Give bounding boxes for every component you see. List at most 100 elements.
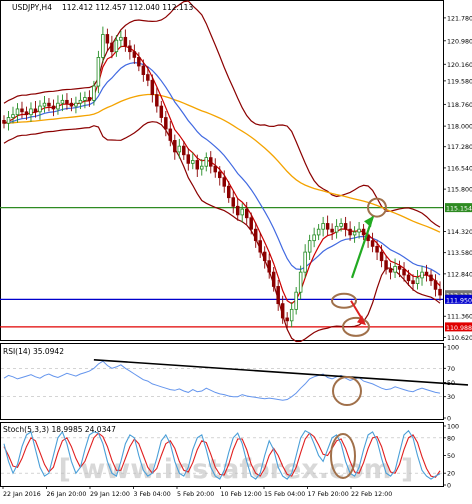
candle-body xyxy=(56,102,60,110)
candle-body xyxy=(294,291,298,310)
candle-body xyxy=(150,79,155,96)
price-label-text: 110.988 xyxy=(446,325,472,332)
price-tick-label: 121.780 xyxy=(447,15,472,22)
candle-body xyxy=(375,245,379,253)
time-tick-label: 15 Feb 04:00 xyxy=(264,491,305,498)
candle-body xyxy=(114,39,119,53)
candle-body xyxy=(258,240,262,253)
price-tick-label: 120.980 xyxy=(447,38,472,45)
candle-body xyxy=(191,160,195,164)
candle-body xyxy=(218,171,222,179)
stoch-tick-label: 80 xyxy=(447,435,455,442)
candle-body xyxy=(209,157,213,167)
chart-window: [ www.instaforex.com ] 121.780 120.980 120… xyxy=(0,0,472,500)
rsi-tick-label: 0 xyxy=(447,416,451,423)
candle-body xyxy=(244,208,249,219)
time-tick-label: 22 Jan 2016 xyxy=(3,491,41,498)
price-tick-label: 118.760 xyxy=(447,102,472,109)
candle-body xyxy=(424,271,429,276)
time-tick-label: 3 Feb 04:00 xyxy=(134,491,171,498)
candle-body xyxy=(42,102,47,107)
candle-body xyxy=(348,228,352,236)
price-tick-label: 119.580 xyxy=(447,78,472,85)
candle-body xyxy=(92,85,96,101)
candle-body xyxy=(137,57,141,67)
candle-body xyxy=(361,228,366,236)
candle-body xyxy=(262,251,267,262)
price-tick-label: 117.280 xyxy=(447,144,472,151)
time-tick-label: 10 Feb 12:00 xyxy=(221,491,262,498)
time-tick-label: 17 Feb 20:00 xyxy=(308,491,349,498)
price-tick-label: 110.620 xyxy=(447,335,472,342)
candle-body xyxy=(285,317,289,322)
candle-body xyxy=(110,42,114,53)
price-tick-label: 114.320 xyxy=(447,229,472,236)
price-tick-label: 112.840 xyxy=(447,271,472,278)
time-tick-label: 5 Feb 20:00 xyxy=(177,491,214,498)
candle-body xyxy=(33,108,38,113)
candle-body xyxy=(379,251,384,262)
price-label-text: 111.950 xyxy=(446,297,472,304)
candle-body xyxy=(119,36,123,41)
candle-body xyxy=(271,271,276,287)
stoch-tick-label: 50 xyxy=(447,453,455,460)
candle-body xyxy=(159,105,164,118)
candle-body xyxy=(132,51,137,58)
chart-canvas: [ www.instaforex.com ] 121.780120.980120… xyxy=(0,0,472,498)
candle-body xyxy=(316,228,321,236)
candle-body xyxy=(438,288,442,296)
candle-body xyxy=(352,231,357,236)
candle-body xyxy=(24,111,29,116)
candle-body xyxy=(146,74,150,81)
candle-body xyxy=(173,140,177,153)
candle-body xyxy=(384,260,388,270)
candle-body xyxy=(29,108,33,116)
main-panel-title: USDJPY,H4 xyxy=(12,3,52,12)
candle-body xyxy=(15,108,20,116)
price-tick-label: 115.800 xyxy=(447,187,472,194)
candle-body xyxy=(240,208,244,216)
candle-body xyxy=(249,217,253,230)
candle-body xyxy=(334,225,339,233)
candle-body xyxy=(141,65,146,75)
candle-body xyxy=(253,228,258,242)
candle-body xyxy=(226,185,231,199)
price-tick-label: 118.000 xyxy=(447,124,472,131)
candle-body xyxy=(69,102,74,107)
candle-body xyxy=(65,99,69,104)
candle-body xyxy=(289,308,294,322)
candle-body xyxy=(411,280,415,284)
stoch-tick-label: 0 xyxy=(447,483,451,490)
price-label-text: 115.154 xyxy=(446,206,472,213)
candle-body xyxy=(402,268,406,276)
stoch-tick-label: 20 xyxy=(447,471,455,478)
candle-body xyxy=(105,34,110,44)
candle-body xyxy=(339,223,343,227)
candle-body xyxy=(307,240,312,253)
candle-body xyxy=(51,105,56,110)
candle-body xyxy=(235,205,240,216)
candle-body xyxy=(123,36,128,47)
candle-body xyxy=(155,94,159,107)
time-tick-label: 26 Jan 20:00 xyxy=(47,491,87,498)
time-tick-label: 22 Feb 12:00 xyxy=(351,491,392,498)
candle-body xyxy=(429,274,433,282)
candle-body xyxy=(330,228,334,233)
candle-body xyxy=(83,97,87,101)
rsi-tick-label: 70 xyxy=(447,366,455,373)
candle-body xyxy=(222,177,226,187)
candle-body xyxy=(343,223,348,230)
candle-body xyxy=(204,157,209,167)
candle-body xyxy=(303,251,307,273)
candle-body xyxy=(20,108,24,113)
candle-body xyxy=(388,268,393,273)
candle-body xyxy=(370,240,375,247)
candle-body xyxy=(325,223,330,230)
candle-body xyxy=(60,99,65,104)
candle-body xyxy=(101,34,105,58)
candle-body xyxy=(168,128,173,141)
candle-body xyxy=(6,117,11,124)
rsi-tick-label: 30 xyxy=(447,394,455,401)
candle-body xyxy=(195,160,200,170)
candle-body xyxy=(298,271,303,293)
